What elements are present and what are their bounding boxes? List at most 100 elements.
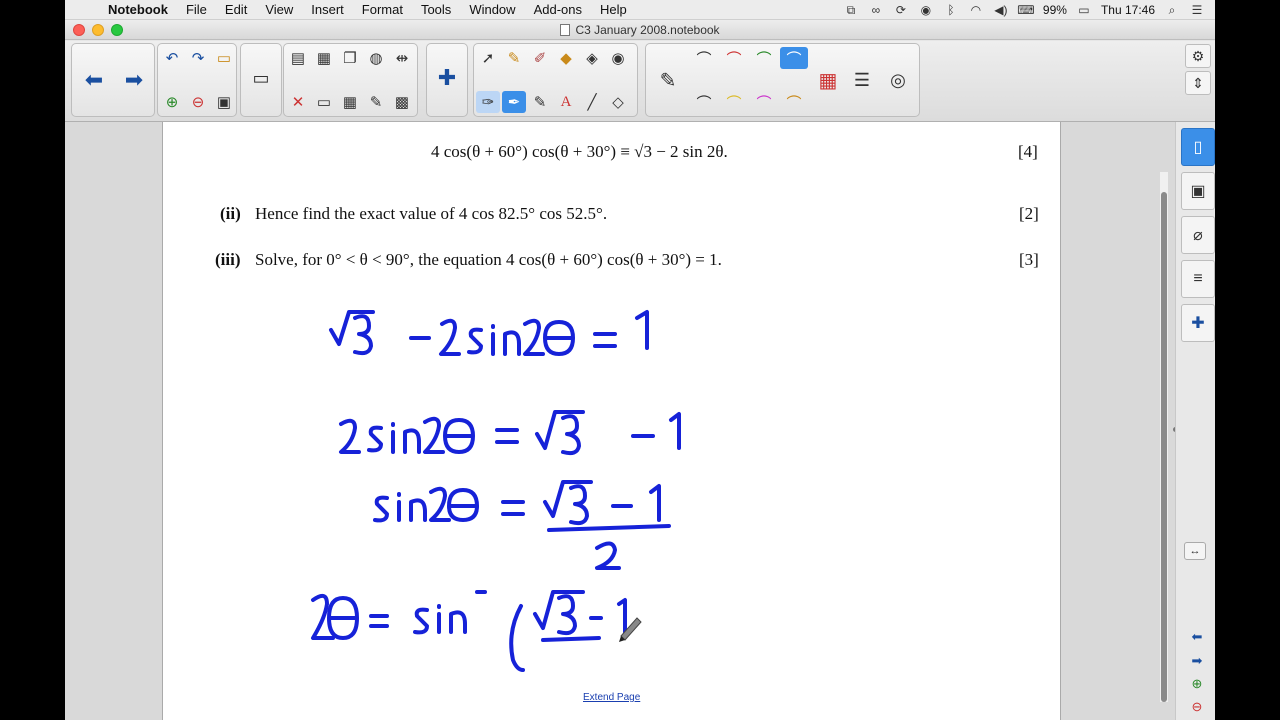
fill-icon[interactable]: ◉ <box>606 47 630 69</box>
line-width-icon[interactable]: ☰ <box>846 60 878 100</box>
delete-page-icon[interactable]: ⊖ <box>186 91 210 113</box>
ink-line-4 <box>311 590 627 672</box>
page-sorter-tab-icon[interactable]: ▯ <box>1181 128 1215 166</box>
window-controls <box>73 24 123 36</box>
eraser-icon[interactable]: ◈ <box>580 47 604 69</box>
select-arrow-icon[interactable]: ➚ <box>476 47 500 69</box>
wifi-icon[interactable]: ◠ <box>968 3 984 17</box>
ink-line-1 <box>329 310 649 356</box>
web-browser-icon[interactable]: ◍ <box>364 47 388 69</box>
spotlight-search-icon[interactable]: ⌕ <box>1164 3 1180 17</box>
sidebar-next-page-icon[interactable]: ➡ <box>1184 652 1210 670</box>
menu-view[interactable]: View <box>256 2 302 17</box>
shape-icon[interactable]: ◆ <box>554 47 578 69</box>
display-group: ▭ <box>240 43 282 117</box>
undo-icon[interactable]: ↶ <box>160 47 184 69</box>
pen-style-6-icon[interactable]: ⌒ <box>720 91 748 113</box>
table-icon[interactable]: ▦ <box>338 91 362 113</box>
record-icon[interactable]: ◉ <box>918 3 934 17</box>
color-palette-icon[interactable]: ▦ <box>812 60 844 100</box>
fit-page-icon[interactable]: ⇹ <box>390 47 414 69</box>
clock[interactable]: Thu 17:46 <box>1101 3 1155 17</box>
battery-percent[interactable]: 99% <box>1043 3 1067 17</box>
addons-group: ✚ <box>426 43 468 117</box>
menu-file[interactable]: File <box>177 2 216 17</box>
notification-center-icon[interactable]: ☰ <box>1189 3 1205 17</box>
sidebar-add-page-icon[interactable]: ⊕ <box>1184 675 1210 693</box>
previous-page-icon[interactable]: ⬅ <box>76 60 112 100</box>
screen-shade-icon[interactable]: ▭ <box>245 60 277 96</box>
scrollbar-thumb[interactable] <box>1161 192 1167 702</box>
sync-icon[interactable]: ⟳ <box>893 3 909 17</box>
volume-icon[interactable]: ◀) <box>993 3 1009 17</box>
pen-style-1-icon[interactable]: ⌒ <box>690 47 718 69</box>
handwriting-ink[interactable] <box>163 122 1062 720</box>
keyboard-icon[interactable]: ⌨ <box>1017 3 1034 17</box>
paste-icon[interactable]: ▤ <box>286 47 310 69</box>
creative-cloud-icon[interactable]: ∞ <box>868 3 884 17</box>
sidebar-delete-page-icon[interactable]: ⊖ <box>1184 698 1210 716</box>
magic-pen-icon[interactable]: ✑ <box>476 91 500 113</box>
copy-icon[interactable]: ❐ <box>338 47 362 69</box>
status-area: ⧉ ∞ ⟳ ◉ ᛒ ◠ ◀) ⌨ 99% ▭ Thu 17:46 ⌕ ☰ <box>843 0 1205 20</box>
left-margin <box>65 122 162 720</box>
window-title: C3 January 2008.notebook <box>575 22 720 37</box>
minimize-window-button[interactable] <box>92 24 104 36</box>
show-screen-icon[interactable]: ▭ <box>312 91 336 113</box>
bluetooth-icon[interactable]: ᛒ <box>943 3 959 17</box>
zoom-window-button[interactable] <box>111 24 123 36</box>
addon-puzzle-icon[interactable]: ✚ <box>431 60 463 96</box>
document-camera-icon[interactable]: ▩ <box>390 91 414 113</box>
transparency-icon[interactable]: ◎ <box>882 60 914 100</box>
line-tool-icon[interactable]: ╱ <box>580 91 604 113</box>
eraser-tool-icon[interactable]: ◇ <box>606 91 630 113</box>
settings-gear-icon[interactable]: ⚙ <box>1185 44 1211 68</box>
battery-icon[interactable]: ▭ <box>1076 3 1092 17</box>
pen-properties-group: ✎ ⌒ ⌒ ⌒ ⌒ ⌒ ⌒ ⌒ ⌒ ▦ ☰ ◎ <box>645 43 920 117</box>
pen-style-4-icon[interactable]: ⌒ <box>780 47 808 69</box>
screen-record-icon[interactable]: ⧉ <box>843 3 859 17</box>
nav-group: ⬅ ➡ <box>71 43 155 117</box>
close-window-button[interactable] <box>73 24 85 36</box>
highlighter-icon[interactable]: ✎ <box>528 91 552 113</box>
menu-format[interactable]: Format <box>353 2 412 17</box>
pen-style-8-icon[interactable]: ⌒ <box>780 91 808 113</box>
menu-insert[interactable]: Insert <box>302 2 353 17</box>
menu-window[interactable]: Window <box>460 2 524 17</box>
pen-style-7-icon[interactable]: ⌒ <box>750 91 778 113</box>
creative-pen-icon[interactable]: ✐ <box>528 47 552 69</box>
screen-capture-icon[interactable]: ▦ <box>312 47 336 69</box>
addons-tab-icon[interactable]: ✚ <box>1181 304 1215 342</box>
next-page-icon[interactable]: ➡ <box>116 60 152 100</box>
pen-style-3-icon[interactable]: ⌒ <box>750 47 778 69</box>
menu-edit[interactable]: Edit <box>216 2 256 17</box>
pen-icon[interactable]: ✎ <box>502 47 526 69</box>
pen-cursor-icon <box>619 617 642 642</box>
text-tool-icon[interactable]: A <box>554 91 578 113</box>
gallery-tab-icon[interactable]: ▣ <box>1181 172 1215 210</box>
notebook-page[interactable]: 4 cos(θ + 60°) cos(θ + 30°) ≡ √3 − 2 sin… <box>162 122 1061 720</box>
open-folder-icon[interactable]: ▭ <box>212 47 236 69</box>
redo-icon[interactable]: ↷ <box>186 47 210 69</box>
expand-sidebar-icon[interactable]: ↔ <box>1184 542 1206 560</box>
sidebar-prev-page-icon[interactable]: ⬅ <box>1184 628 1210 646</box>
menu-addons[interactable]: Add-ons <box>525 2 591 17</box>
pen-style-5-icon[interactable]: ⌒ <box>690 91 718 113</box>
extend-page-link[interactable]: Extend Page <box>583 692 640 703</box>
calligraphic-pen-icon[interactable]: ✒ <box>502 91 526 113</box>
attachments-tab-icon[interactable]: ⌀ <box>1181 216 1215 254</box>
menu-app-name[interactable]: Notebook <box>99 2 177 17</box>
add-page-icon[interactable]: ⊕ <box>160 91 184 113</box>
menu-help[interactable]: Help <box>591 2 636 17</box>
pen-style-2-icon[interactable]: ⌒ <box>720 47 748 69</box>
properties-tab-icon[interactable]: ≡ <box>1181 260 1215 298</box>
delete-icon[interactable]: ✕ <box>286 91 310 113</box>
clear-ink-icon[interactable]: ✎ <box>364 91 388 113</box>
ink-line-2 <box>339 410 681 456</box>
toolbar-move-icon[interactable]: ⇕ <box>1185 71 1211 95</box>
edit-group: ↶ ↷ ▭ ⊕ ⊖ ▣ <box>157 43 237 117</box>
save-icon[interactable]: ▣ <box>212 91 236 113</box>
menu-tools[interactable]: Tools <box>412 2 460 17</box>
canvas-area: 4 cos(θ + 60°) cos(θ + 30°) ≡ √3 − 2 sin… <box>65 122 1178 720</box>
pen-properties-icon[interactable]: ✎ <box>650 60 686 100</box>
